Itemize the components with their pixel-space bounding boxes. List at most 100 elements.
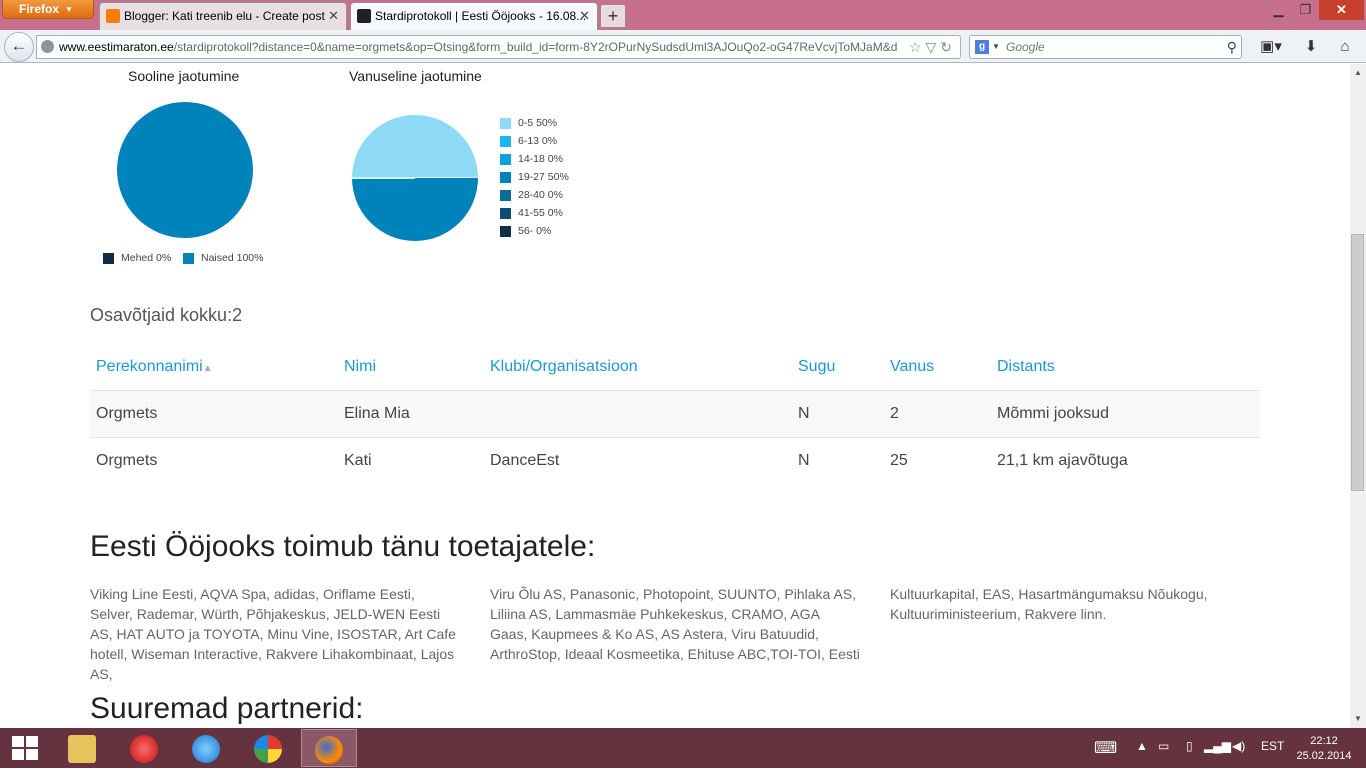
restore-window-button[interactable]: ❐ (1292, 0, 1319, 20)
legend-swatch (500, 208, 511, 219)
clock-time: 22:12 (1310, 735, 1338, 747)
system-clock[interactable]: 22:12 25.02.2014 (1296, 734, 1352, 764)
search-icon[interactable]: ⚲ (1227, 36, 1237, 58)
cell-nimi: Kati (344, 452, 372, 469)
column-header-klubi[interactable]: Klubi/Organisatsioon (490, 358, 638, 376)
tab-blogger[interactable]: Blogger: Kati treenib elu - Create post … (99, 2, 347, 30)
close-tab-icon[interactable]: ✕ (579, 3, 590, 29)
sponsors-column-1: Viking Line Eesti, AQVA Spa, adidas, Ori… (90, 586, 456, 682)
blogger-icon (106, 9, 120, 23)
partners-heading: Suuremad partnerid: (90, 692, 364, 725)
scroll-up-icon[interactable]: ▲ (1350, 68, 1366, 77)
legend-swatch (500, 172, 511, 183)
column-header-nimi[interactable]: Nimi (344, 358, 376, 376)
cell-vanus: 2 (890, 405, 899, 422)
folder-icon (68, 735, 96, 763)
legend-label: 6-13 0% (518, 135, 558, 147)
legend-label: 19-27 50% (518, 171, 569, 183)
battery-icon[interactable]: ▯ (1186, 739, 1193, 753)
input-language[interactable]: EST (1261, 739, 1284, 753)
navigation-toolbar: ← www.eestimaraton.ee/stardiprotokoll?di… (0, 30, 1366, 63)
column-header-distants[interactable]: Distants (997, 358, 1055, 376)
age-slice-3 (352, 178, 478, 241)
star-icon[interactable]: ☆ (909, 39, 926, 55)
age-pie-chart (352, 115, 478, 241)
url-bar-actions: ☆▽↻ (908, 36, 956, 58)
dropdown-arrow-icon[interactable]: ▽ (925, 39, 940, 55)
internet-explorer-taskbar-button[interactable] (178, 729, 234, 767)
chevron-down-icon: ▼ (65, 5, 73, 14)
start-button[interactable] (12, 736, 38, 760)
sort-ascending-icon: ▲ (202, 363, 213, 374)
bookmark-star-icon: ▣▾ (1260, 38, 1282, 55)
scrollbar-thumb[interactable] (1351, 234, 1364, 491)
tab-title: Blogger: Kati treenib elu - Create post (124, 9, 325, 23)
picasa-photo-taskbar-button[interactable] (116, 729, 172, 767)
cell-klubi: DanceEst (490, 452, 560, 469)
cell-perekonnanimi: Orgmets (96, 452, 158, 469)
minimize-window-button[interactable]: ▁ (1265, 0, 1292, 20)
google-icon[interactable]: g (975, 40, 989, 54)
tab-title: Stardiprotokoll | Eesti Ööjooks - 16.08.… (375, 9, 587, 23)
internet-explorer-icon (192, 735, 220, 763)
gender-pie-chart (117, 102, 253, 238)
legend-swatch (183, 253, 194, 264)
legend-label: 28-40 0% (518, 189, 563, 201)
participants-total: Osavõtjaid kokku:2 (90, 305, 243, 325)
vertical-scrollbar[interactable]: ▲ ▼ (1350, 64, 1366, 728)
new-tab-button[interactable]: + (600, 4, 626, 28)
sponsors-column-3: Kultuurkapital, EAS, Hasartmängumaksu Nõ… (890, 586, 1208, 622)
column-header-perekonnanimi[interactable]: Perekonnanimi▲ (96, 358, 213, 376)
bookmarks-button[interactable]: ▣▾ (1254, 36, 1288, 58)
home-button[interactable]: ⌂ (1334, 36, 1356, 58)
url-host: www.eestimaraton.ee (59, 40, 174, 54)
legend-label: 56- 0% (518, 225, 552, 237)
cell-distants: 21,1 km ajavõtuga (997, 452, 1128, 469)
legend-label: 41-55 0% (518, 207, 563, 219)
tab-stardiprotokoll[interactable]: Stardiprotokoll | Eesti Ööjooks - 16.08.… (350, 2, 598, 30)
scroll-down-icon[interactable]: ▼ (1350, 714, 1366, 723)
firefox-taskbar-button[interactable] (301, 729, 357, 767)
back-button[interactable]: ← (4, 32, 34, 62)
url-bar[interactable]: www.eestimaraton.ee/stardiprotokoll?dist… (36, 35, 961, 59)
camera-app-icon (130, 735, 158, 763)
close-tab-icon[interactable]: ✕ (328, 3, 339, 29)
volume-icon[interactable]: ◀) (1232, 739, 1245, 753)
action-center-icon[interactable]: ▭ (1158, 739, 1169, 753)
column-header-vanus[interactable]: Vanus (890, 358, 934, 376)
downloads-button[interactable]: ⬇ (1300, 36, 1322, 58)
legend-swatch (500, 190, 511, 201)
legend-swatch (500, 118, 511, 129)
search-bar[interactable]: g ▼ Google ⚲ (969, 35, 1242, 59)
firefox-menu-label: Firefox (19, 2, 60, 16)
windows-taskbar: ⌨ ▲ ▭ ▯ ▂▄▆ ◀) EST 22:12 25.02.2014 (0, 728, 1366, 768)
keyboard-icon[interactable]: ⌨ (1094, 738, 1117, 758)
show-hidden-icons-icon[interactable]: ▲ (1136, 739, 1148, 753)
legend-swatch (103, 253, 114, 264)
firefox-menu-button[interactable]: Firefox ▼ (2, 0, 94, 19)
legend-swatch (500, 154, 511, 165)
close-window-button[interactable]: ✕ (1319, 0, 1364, 20)
column-header-sugu[interactable]: Sugu (798, 358, 835, 376)
reload-icon[interactable]: ↻ (940, 39, 956, 55)
chevron-down-icon[interactable]: ▼ (992, 36, 1000, 58)
picasa-icon (254, 735, 282, 763)
gender-chart-title: Sooline jaotumine (128, 68, 240, 84)
sponsors-column-2: Viru Õlu AS, Panasonic, Photopoint, SUUN… (490, 586, 860, 662)
globe-icon (41, 40, 54, 53)
cell-vanus: 25 (890, 452, 908, 469)
legend-label: 0-5 50% (518, 117, 558, 129)
legend-swatch (500, 226, 511, 237)
arrow-left-icon: ← (10, 36, 28, 55)
header-label: Perekonnanimi (96, 358, 203, 375)
file-explorer-taskbar-button[interactable] (54, 729, 110, 767)
cell-sugu: N (798, 452, 810, 469)
sponsors-heading: Eesti Öö­jooks toimub tänu toetajatele: (90, 530, 596, 563)
url-path: /stardiprotokoll?distance=0&name=orgmets… (173, 40, 898, 54)
legend-label: 14-18 0% (518, 153, 563, 165)
age-slice-0 (352, 115, 478, 178)
download-arrow-icon: ⬇ (1304, 38, 1318, 55)
network-signal-icon[interactable]: ▂▄▆ (1204, 739, 1231, 753)
gender-slice-1 (117, 102, 253, 238)
picasa-taskbar-button[interactable] (240, 729, 296, 767)
